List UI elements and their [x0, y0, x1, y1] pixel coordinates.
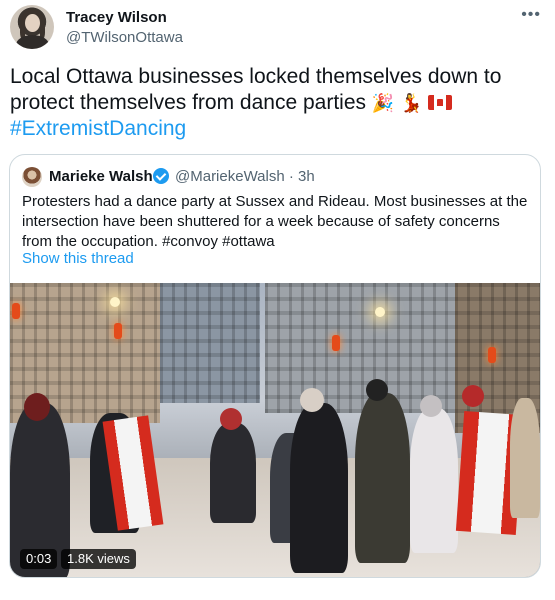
video-views: 1.8K views — [61, 549, 136, 569]
video-player[interactable]: 0:03 1.8K views — [10, 283, 540, 577]
tweet-text: Local Ottawa businesses locked themselve… — [10, 64, 540, 142]
party-popper-emoji: 🎉 — [371, 93, 395, 113]
quoted-author-avatar[interactable] — [22, 167, 42, 187]
show-thread-link[interactable]: Show this thread — [22, 250, 134, 267]
quoted-tweet[interactable]: Marieke Walsh @MariekeWalsh · 3h Protest… — [9, 154, 541, 578]
quoted-author-name[interactable]: Marieke Walsh — [49, 168, 153, 185]
hashtag-link[interactable]: #ExtremistDancing — [10, 117, 186, 140]
canada-flag-icon — [428, 95, 453, 110]
tweet: Tracey Wilson @TWilsonOttawa ••• Local O… — [0, 0, 555, 600]
more-icon[interactable]: ••• — [521, 6, 541, 24]
verified-icon — [153, 168, 169, 184]
author-handle[interactable]: @TWilsonOttawa — [66, 29, 183, 46]
quoted-tweet-text: Protesters had a dance party at Sussex a… — [22, 193, 528, 250]
author-avatar[interactable] — [10, 5, 54, 49]
video-duration: 0:03 — [20, 549, 58, 569]
dancer-emoji: 💃 — [400, 93, 423, 113]
author-name[interactable]: Tracey Wilson — [66, 9, 167, 26]
quoted-author-handle[interactable]: @MariekeWalsh · 3h — [175, 168, 315, 185]
